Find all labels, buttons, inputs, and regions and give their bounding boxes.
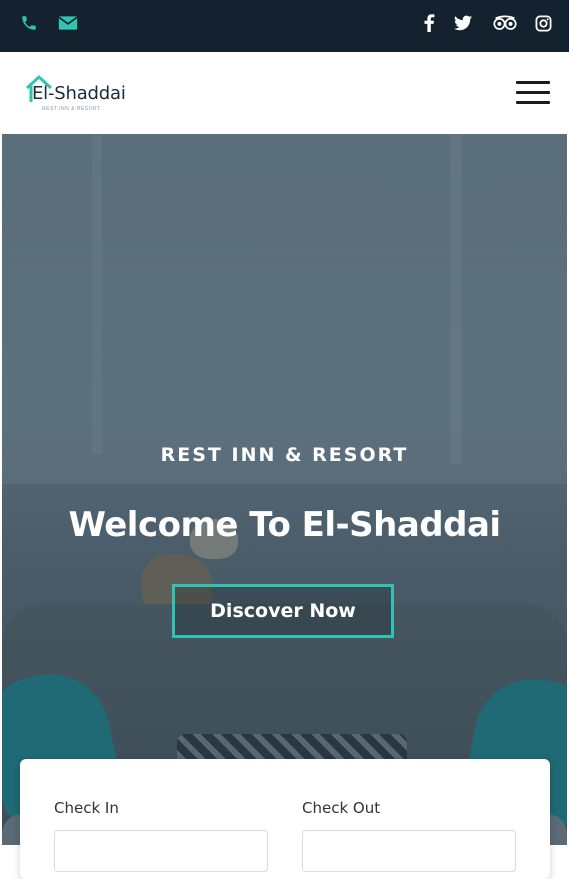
booking-form: Check In Check Out	[20, 759, 550, 879]
logo-text: El-Shaddai	[32, 83, 126, 104]
phone-icon[interactable]	[18, 12, 40, 34]
instagram-icon[interactable]	[532, 12, 554, 34]
logo-tagline: REST INN & RESORT	[42, 106, 101, 112]
hero-title: Welcome To El-Shaddai	[68, 505, 501, 545]
discover-now-button[interactable]: Discover Now	[172, 584, 394, 638]
facebook-icon[interactable]	[418, 12, 440, 34]
hero-section: REST INN & RESORT Welcome To El-Shaddai …	[2, 134, 567, 845]
logo[interactable]: El-Shaddai REST INN & RESORT	[24, 74, 154, 114]
top-bar	[0, 0, 569, 52]
twitter-icon[interactable]	[452, 12, 474, 34]
hero-subtitle: REST INN & RESORT	[160, 444, 409, 466]
site-header: El-Shaddai REST INN & RESORT	[2, 52, 567, 135]
envelope-icon[interactable]	[57, 12, 79, 34]
check-in-input[interactable]	[54, 830, 268, 872]
check-out-input[interactable]	[302, 830, 516, 872]
hero-background	[2, 134, 567, 484]
hamburger-icon[interactable]	[516, 81, 550, 105]
check-out-label: Check Out	[302, 799, 381, 817]
tripadvisor-icon[interactable]	[492, 12, 518, 34]
check-in-label: Check In	[54, 799, 119, 817]
